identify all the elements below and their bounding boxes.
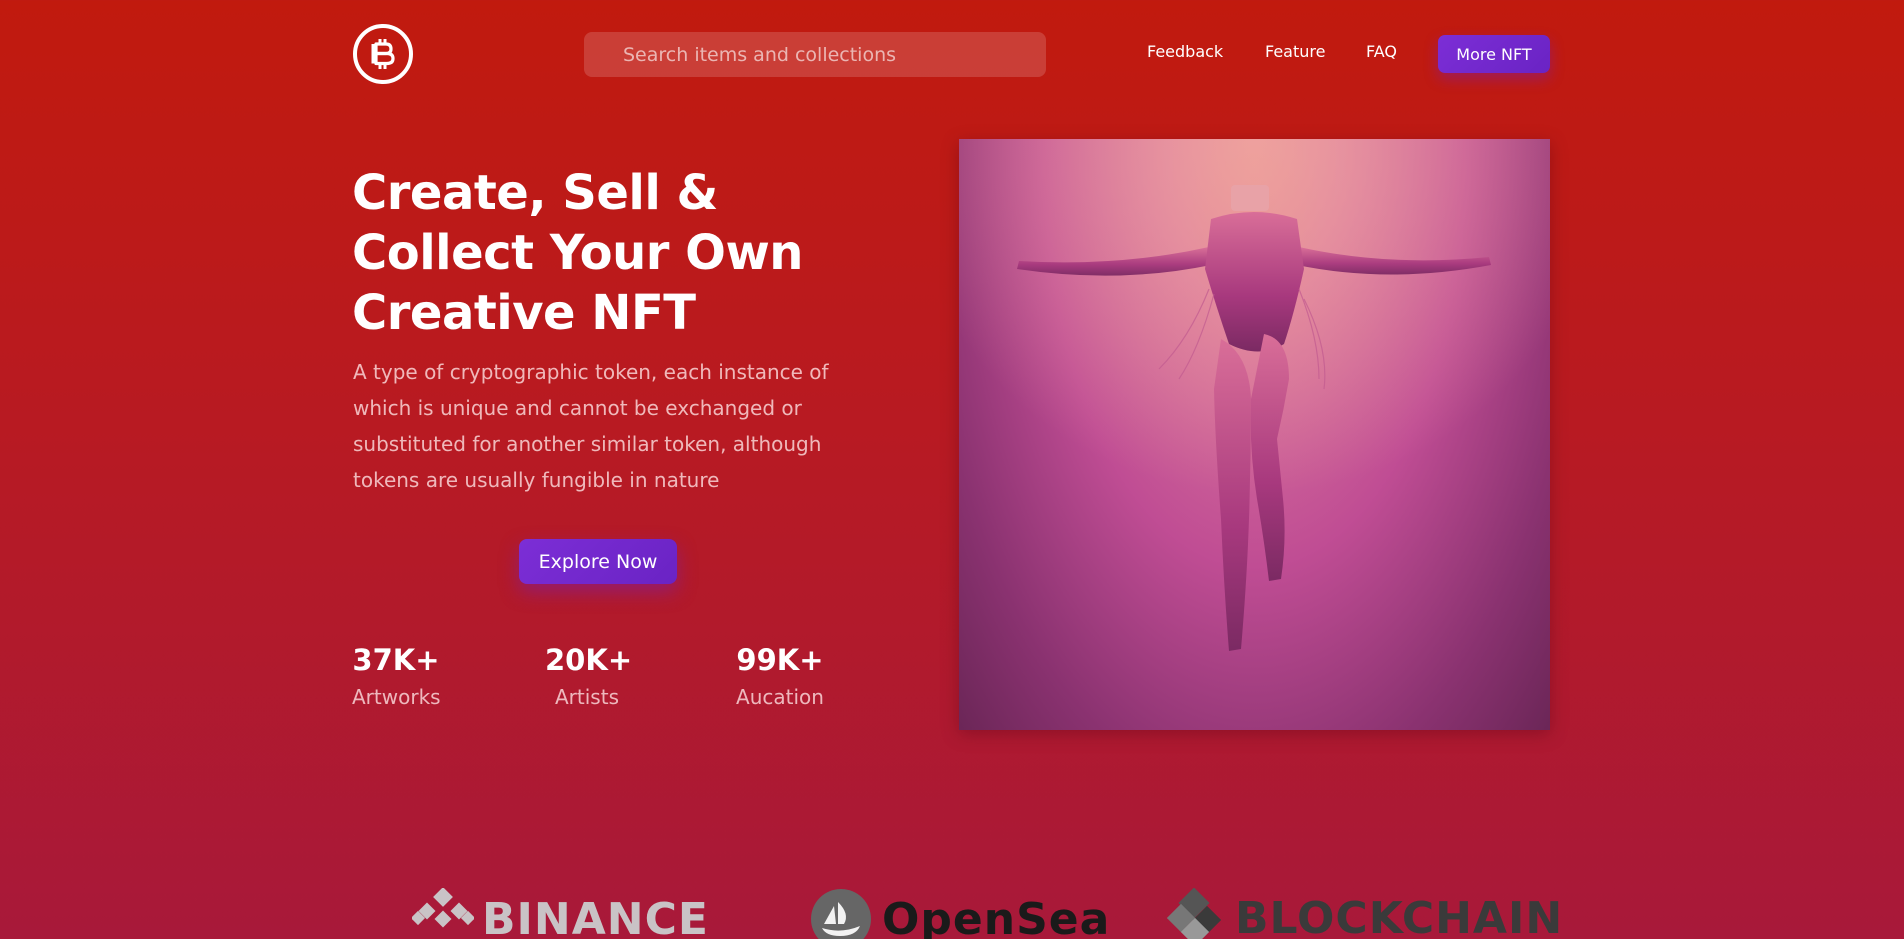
hero-title-line-2: Collect Your Own [352,225,803,281]
partner-opensea[interactable]: OpenSea [810,888,1110,939]
hero-title-line-3: Creative NFT [352,285,696,341]
stat-label: Artworks [352,685,441,709]
search-input[interactable] [584,32,1046,77]
blockchain-icon [1167,888,1222,939]
partner-name: BLOCKCHAIN [1235,892,1564,939]
partner-name: BINANCE [482,893,709,939]
hero-title: Create, Sell & Collect Your Own Creative… [352,163,872,343]
partner-binance[interactable]: BINANCE [412,888,709,939]
hero-nft-artwork [959,139,1550,730]
hero-title-line-1: Create, Sell & [352,165,718,221]
nav-feedback-link[interactable]: Feedback [1147,42,1223,61]
stat-value: 37K+ [352,643,440,677]
stat-value: 20K+ [545,643,633,677]
floating-figure-illustration [959,139,1550,730]
partner-blockchain[interactable]: BLOCKCHAIN [1167,888,1563,939]
bitcoin-logo[interactable] [353,24,413,84]
opensea-icon [811,889,871,939]
explore-now-button[interactable]: Explore Now [519,539,677,584]
nav-feature-link[interactable]: Feature [1265,42,1325,61]
stat-aucation: 99K+ Aucation [733,640,827,712]
stat-value: 99K+ [736,643,824,677]
more-nft-button[interactable]: More NFT [1438,35,1550,73]
hero-description: A type of cryptographic token, each inst… [353,360,829,492]
nav-faq-link[interactable]: FAQ [1366,42,1397,61]
stat-artists: 20K+ Artists [545,640,633,712]
stat-label: Aucation [736,685,824,709]
partner-name: OpenSea [882,893,1111,939]
stat-artworks: 37K+ Artworks [352,640,441,712]
binance-icon [412,888,474,928]
stat-label: Artists [555,685,619,709]
bitcoin-icon [371,39,395,69]
